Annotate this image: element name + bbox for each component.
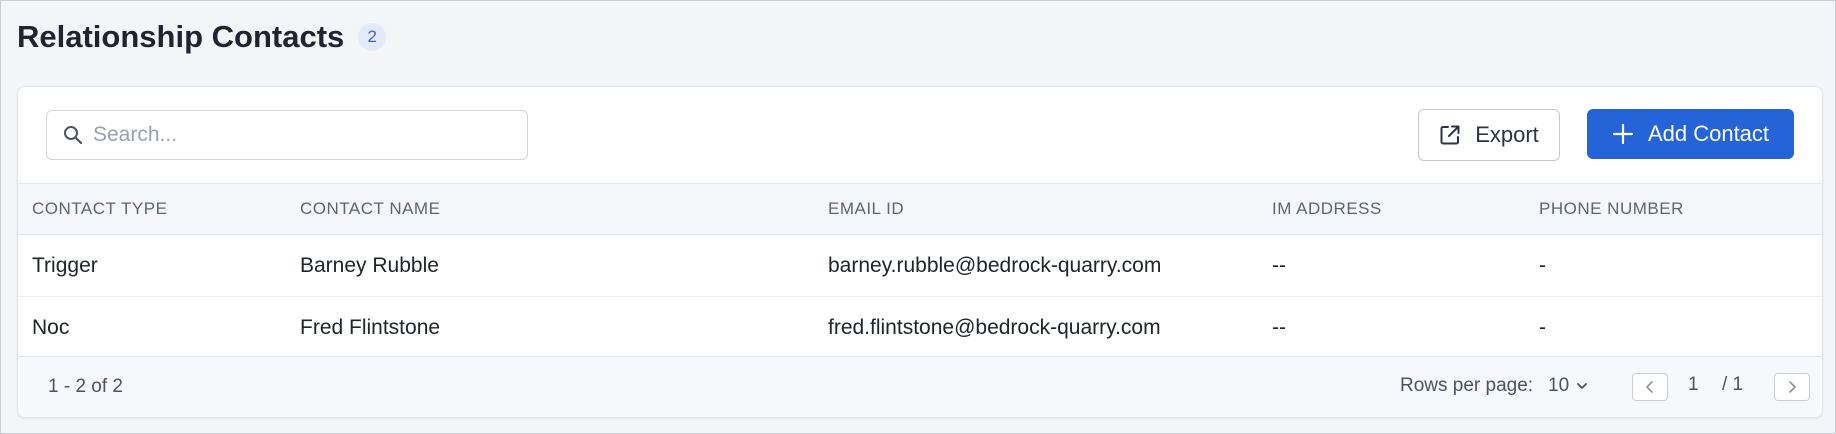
cell-email-id: fred.flintstone@bedrock-quarry.com [828,316,1161,339]
cell-phone-number: - [1539,316,1546,339]
cell-email-id: barney.rubble@bedrock-quarry.com [828,254,1162,277]
table-row[interactable]: Trigger Barney Rubble barney.rubble@bedr… [18,235,1822,297]
page-frame: Relationship Contacts 2 Export [0,0,1836,434]
cell-phone-number: - [1539,254,1546,277]
cell-contact-type: Trigger [32,254,98,277]
current-page: 1 [1688,374,1699,395]
page-title: Relationship Contacts [17,19,345,54]
toolbar: Export Add Contact [18,87,1822,183]
column-header-contact-type[interactable]: CONTACT TYPE [32,184,167,234]
cell-contact-name: Barney Rubble [300,254,439,277]
previous-page-button[interactable] [1632,373,1668,401]
table-header: CONTACT TYPE CONTACT NAME EMAIL ID IM AD… [18,183,1822,235]
count-badge: 2 [358,23,387,51]
chevron-down-icon [1577,383,1588,389]
next-page-button[interactable] [1774,373,1810,401]
chevron-right-icon [1789,381,1796,393]
contacts-table: CONTACT TYPE CONTACT NAME EMAIL ID IM AD… [18,183,1822,359]
search-icon [64,126,83,145]
rows-per-page-select[interactable]: 10 [1548,374,1589,398]
rows-per-page-label: Rows per page: [1400,375,1534,396]
table-footer: 1 - 2 of 2 Rows per page: 10 1 / 1 [18,356,1822,417]
chevron-left-icon [1646,381,1653,393]
plus-icon [1612,123,1634,145]
column-header-email-id[interactable]: EMAIL ID [828,184,904,234]
cell-im-address: -- [1272,254,1286,277]
export-button[interactable]: Export [1418,109,1560,161]
cell-im-address: -- [1272,316,1286,339]
page-header: Relationship Contacts 2 [17,15,387,59]
column-header-im-address[interactable]: IM ADDRESS [1272,184,1382,234]
contacts-card: Export Add Contact CONTACT TYPE CONTACT … [17,86,1823,418]
column-header-contact-name[interactable]: CONTACT NAME [300,184,440,234]
add-contact-label: Add Contact [1647,121,1770,146]
external-link-icon [1440,125,1460,145]
table-row[interactable]: Noc Fred Flintstone fred.flintstone@bedr… [18,297,1822,359]
column-header-phone-number[interactable]: PHONE NUMBER [1539,184,1684,234]
cell-contact-name: Fred Flintstone [300,316,441,339]
add-contact-button[interactable]: Add Contact [1587,109,1794,159]
search-input[interactable] [91,122,515,148]
search-box[interactable] [46,110,528,160]
cell-contact-type: Noc [32,316,70,339]
export-label: Export [1475,122,1539,147]
total-pages: / 1 [1722,374,1744,395]
row-range-text: 1 - 2 of 2 [48,376,123,397]
rows-per-page-value: 10 [1548,375,1570,396]
